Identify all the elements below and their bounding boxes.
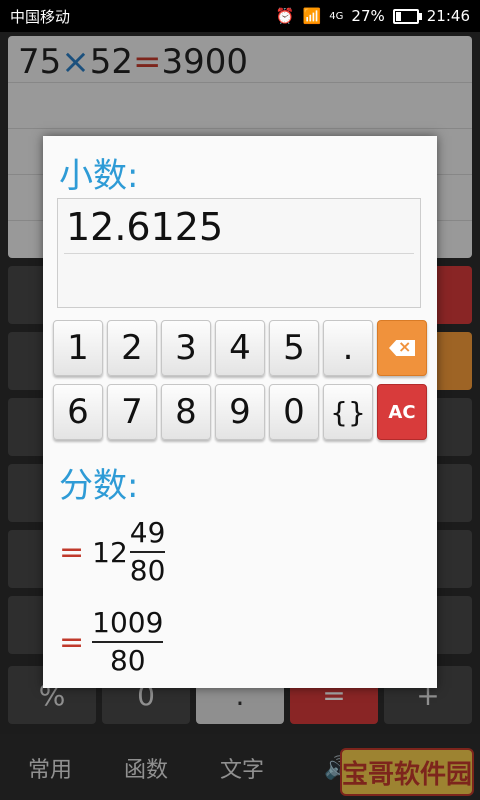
wifi-icon: 📶 [302, 7, 322, 25]
decimal-input[interactable]: 12.6125 [57, 198, 421, 308]
decimal-section-title: 小数: [59, 156, 139, 196]
alarm-icon: ⏰ [275, 7, 295, 25]
improper-fraction-result: = 1009 80 [59, 606, 164, 678]
decimal-value: 12.6125 [66, 205, 224, 249]
ac-key[interactable]: AC [377, 384, 427, 440]
fraction: 49 80 [129, 516, 166, 588]
denominator: 80 [109, 644, 146, 677]
key-0[interactable]: 0 [269, 384, 319, 440]
key-4[interactable]: 4 [215, 320, 265, 376]
numerator: 1009 [92, 606, 164, 639]
key-3[interactable]: 3 [161, 320, 211, 376]
fraction-converter-dialog: 小数: 12.6125 1 2 3 4 5 . × 6 7 8 9 0 {} A… [43, 136, 437, 688]
key-8[interactable]: 8 [161, 384, 211, 440]
clock: 21:46 [426, 7, 470, 25]
key-1[interactable]: 1 [53, 320, 103, 376]
fraction: 1009 80 [92, 606, 164, 678]
key-7[interactable]: 7 [107, 384, 157, 440]
fraction-bar [92, 641, 164, 643]
battery-icon [392, 8, 422, 24]
network-type: 4G [329, 10, 344, 22]
key-dot[interactable]: . [323, 320, 373, 376]
status-icons: ⏰ 📶 4G 27% 21:46 [276, 7, 470, 25]
key-5[interactable]: 5 [269, 320, 319, 376]
whole-part: 12 [92, 535, 128, 569]
key-2[interactable]: 2 [107, 320, 157, 376]
fraction-bar [129, 551, 166, 553]
key-repeating-braces[interactable]: {} [323, 384, 373, 440]
numerator: 49 [129, 516, 166, 549]
backspace-icon: × [389, 340, 415, 356]
mixed-fraction-result: = 12 49 80 [59, 516, 166, 588]
carrier-label: 中国移动 [10, 7, 71, 26]
status-bar: 中国移动 ⏰ 📶 4G 27% 21:46 [0, 0, 480, 32]
denominator: 80 [129, 554, 166, 587]
key-6[interactable]: 6 [53, 384, 103, 440]
key-9[interactable]: 9 [215, 384, 265, 440]
input-underline [64, 253, 414, 254]
battery-percent: 27% [351, 7, 385, 25]
backspace-key[interactable]: × [377, 320, 427, 376]
fraction-section-title: 分数: [59, 466, 139, 506]
